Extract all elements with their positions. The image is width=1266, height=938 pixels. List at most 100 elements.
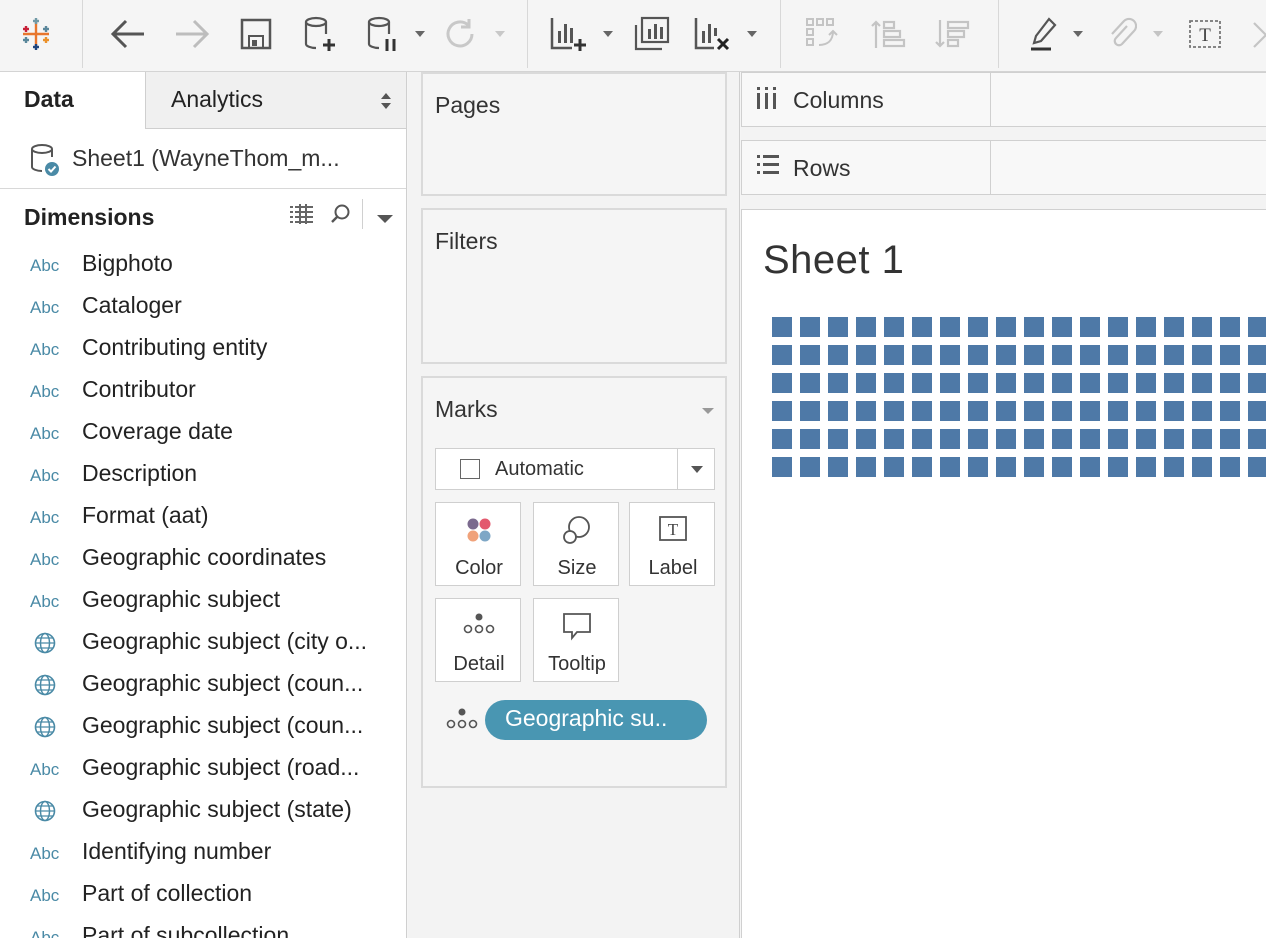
pause-auto-updates-icon[interactable] — [362, 12, 404, 56]
sort-ascending-icon[interactable] — [866, 12, 910, 56]
square-mark[interactable] — [1080, 345, 1100, 365]
square-mark[interactable] — [1108, 317, 1128, 337]
square-mark[interactable] — [940, 345, 960, 365]
square-mark[interactable] — [996, 373, 1016, 393]
square-mark[interactable] — [1136, 373, 1156, 393]
square-mark[interactable] — [1024, 373, 1044, 393]
dimension-item[interactable]: Abc Description — [0, 454, 406, 496]
square-mark[interactable] — [996, 457, 1016, 477]
dimension-item[interactable]: Geographic subject (coun... — [0, 664, 406, 706]
square-mark[interactable] — [884, 401, 904, 421]
square-mark[interactable] — [800, 401, 820, 421]
view-as-list-icon[interactable] — [289, 203, 315, 230]
dimension-item[interactable]: Abc Contributing entity — [0, 328, 406, 370]
square-mark[interactable] — [856, 401, 876, 421]
square-mark[interactable] — [1192, 457, 1212, 477]
square-mark[interactable] — [912, 429, 932, 449]
new-worksheet-icon[interactable] — [546, 12, 590, 56]
square-mark[interactable] — [1080, 373, 1100, 393]
square-mark[interactable] — [1248, 373, 1266, 393]
square-mark[interactable] — [1052, 457, 1072, 477]
square-mark[interactable] — [968, 457, 988, 477]
square-mark[interactable] — [1164, 401, 1184, 421]
highlight-icon[interactable] — [1024, 12, 1064, 56]
square-mark[interactable] — [912, 401, 932, 421]
square-mark[interactable] — [828, 457, 848, 477]
square-mark[interactable] — [856, 429, 876, 449]
square-mark[interactable] — [996, 429, 1016, 449]
square-mark[interactable] — [1108, 345, 1128, 365]
square-mark[interactable] — [912, 345, 932, 365]
square-mark[interactable] — [940, 429, 960, 449]
square-mark[interactable] — [968, 345, 988, 365]
paperclip-icon[interactable] — [1102, 12, 1142, 56]
square-mark[interactable] — [884, 457, 904, 477]
square-mark[interactable] — [772, 373, 792, 393]
square-mark[interactable] — [1136, 401, 1156, 421]
chevron-down-icon[interactable] — [376, 211, 394, 229]
square-mark[interactable] — [772, 317, 792, 337]
square-mark[interactable] — [1192, 317, 1212, 337]
square-mark[interactable] — [800, 457, 820, 477]
view-canvas[interactable]: Sheet 1 — [741, 209, 1266, 938]
dimension-item[interactable]: Abc Contributor — [0, 370, 406, 412]
chevron-down-icon[interactable] — [598, 12, 618, 56]
square-mark[interactable] — [1052, 401, 1072, 421]
search-icon[interactable] — [330, 203, 352, 230]
color-button[interactable]: Color — [435, 502, 521, 586]
square-mark[interactable] — [856, 317, 876, 337]
square-mark[interactable] — [1136, 429, 1156, 449]
square-mark[interactable] — [856, 373, 876, 393]
tooltip-button[interactable]: Tooltip — [533, 598, 619, 682]
size-button[interactable]: Size — [533, 502, 619, 586]
back-icon[interactable] — [106, 12, 150, 56]
square-mark[interactable] — [856, 345, 876, 365]
chevron-down-icon[interactable] — [701, 402, 715, 420]
chevron-down-icon[interactable] — [1148, 12, 1168, 56]
square-mark[interactable] — [968, 429, 988, 449]
square-mark[interactable] — [1024, 401, 1044, 421]
square-mark[interactable] — [1108, 429, 1128, 449]
dimension-item[interactable]: Abc Part of collection — [0, 874, 406, 916]
square-mark[interactable] — [1024, 317, 1044, 337]
tab-analytics[interactable]: Analytics — [145, 72, 406, 129]
chevron-down-icon[interactable] — [1068, 12, 1088, 56]
swap-icon[interactable] — [800, 12, 844, 56]
square-mark[interactable] — [1052, 373, 1072, 393]
square-mark[interactable] — [1192, 429, 1212, 449]
dimension-item[interactable]: Abc Cataloger — [0, 286, 406, 328]
sort-descending-icon[interactable] — [930, 12, 974, 56]
square-mark[interactable] — [912, 373, 932, 393]
square-mark[interactable] — [800, 373, 820, 393]
square-mark[interactable] — [1220, 345, 1240, 365]
square-mark[interactable] — [884, 373, 904, 393]
chevron-down-icon[interactable] — [742, 12, 762, 56]
square-mark[interactable] — [912, 457, 932, 477]
square-mark[interactable] — [968, 373, 988, 393]
square-mark[interactable] — [1080, 317, 1100, 337]
square-mark[interactable] — [1164, 373, 1184, 393]
updown-chevron-icon[interactable] — [379, 91, 393, 116]
dimension-item[interactable]: Geographic subject (city o... — [0, 622, 406, 664]
square-mark[interactable] — [1024, 457, 1044, 477]
square-mark[interactable] — [884, 317, 904, 337]
fit-icon[interactable] — [1246, 12, 1266, 56]
square-mark[interactable] — [1108, 457, 1128, 477]
square-mark[interactable] — [1136, 345, 1156, 365]
square-mark[interactable] — [1108, 373, 1128, 393]
square-mark[interactable] — [1192, 373, 1212, 393]
tab-data[interactable]: Data — [0, 72, 145, 129]
square-mark[interactable] — [1248, 345, 1266, 365]
square-mark[interactable] — [800, 345, 820, 365]
square-mark[interactable] — [912, 317, 932, 337]
square-mark[interactable] — [884, 345, 904, 365]
square-mark[interactable] — [1220, 401, 1240, 421]
square-mark[interactable] — [1052, 345, 1072, 365]
label-button[interactable]: T Label — [629, 502, 715, 586]
clear-sheet-icon[interactable] — [690, 12, 734, 56]
square-mark[interactable] — [828, 317, 848, 337]
square-mark[interactable] — [828, 401, 848, 421]
data-source[interactable]: Sheet1 (WayneThom_m... — [0, 129, 406, 189]
square-mark[interactable] — [1220, 457, 1240, 477]
duplicate-sheet-icon[interactable] — [630, 12, 674, 56]
